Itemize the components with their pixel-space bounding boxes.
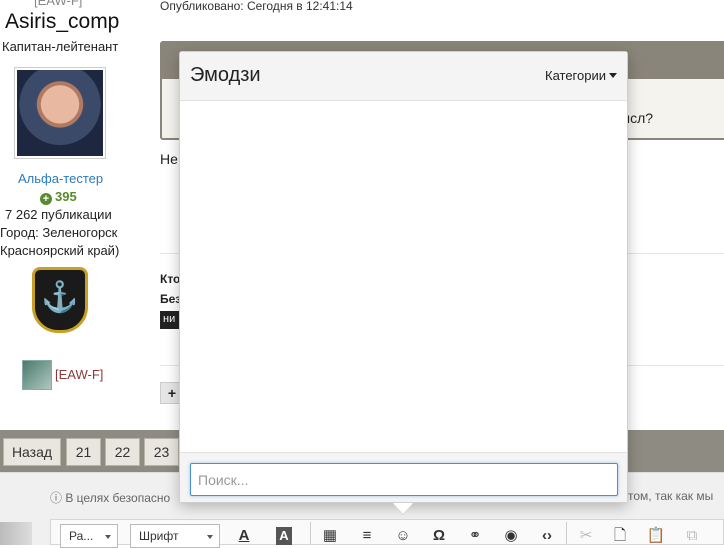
copy-icon[interactable]: ⧉	[682, 527, 702, 545]
chevron-down-icon	[105, 535, 111, 539]
clan-logo-icon[interactable]	[22, 360, 52, 390]
post-text-fragment: Не	[160, 151, 178, 167]
table-icon[interactable]: ▦	[320, 527, 340, 545]
paste-text-icon[interactable]: 🗋	[610, 527, 630, 545]
format-select[interactable]: Ра...	[60, 524, 118, 548]
emoji-search-input[interactable]	[190, 463, 618, 496]
security-notice-tail: том, так как мы	[628, 489, 714, 503]
plus-circle-icon: +	[40, 193, 52, 205]
author-username[interactable]: Asiris_comp	[5, 10, 119, 34]
preview-icon[interactable]: ◉	[501, 527, 521, 545]
clan-link[interactable]: [EAW-F]	[55, 367, 103, 382]
anchor-badge-icon: ⚓	[32, 267, 88, 333]
modal-footer	[180, 452, 627, 502]
post-published-date: Опубликовано: Сегодня в 12:41:14	[160, 0, 353, 13]
reputation-badge: +395	[40, 189, 77, 205]
font-select[interactable]: Шрифт	[130, 524, 220, 548]
page-link[interactable]: 22	[105, 438, 140, 466]
avatar[interactable]	[14, 67, 106, 159]
page-link[interactable]: 23	[144, 438, 179, 466]
author-rank: Капитан-лейтенант	[2, 39, 119, 54]
cut-icon[interactable]: ✂	[576, 527, 596, 545]
toolbar-divider	[566, 522, 567, 545]
signature-fragment-who: Кто	[160, 272, 181, 286]
caret-down-icon	[609, 73, 617, 78]
clan-tag[interactable]: [EAW-F]	[34, 0, 82, 8]
author-region: Красноярский край)	[0, 243, 120, 258]
align-icon[interactable]: ≡	[357, 527, 377, 545]
page-link[interactable]: 21	[66, 438, 101, 466]
modal-title: Эмодзи	[190, 64, 261, 86]
emoji-list[interactable]	[180, 102, 627, 452]
chevron-down-icon	[207, 535, 213, 539]
background-color-icon[interactable]: A	[276, 527, 292, 545]
reputation-value: 395	[55, 189, 77, 204]
modal-header: Эмодзи Категории	[180, 52, 627, 101]
paste-icon[interactable]: 📋	[646, 527, 666, 545]
special-char-icon[interactable]: Ω	[429, 527, 449, 545]
emoji-picker-modal: Эмодзи Категории	[179, 51, 628, 503]
font-color-icon[interactable]: A	[234, 527, 254, 545]
code-icon[interactable]: ‹›	[537, 527, 557, 545]
categories-dropdown[interactable]: Категории	[545, 68, 617, 83]
editor-avatar	[0, 522, 32, 545]
prev-page-button[interactable]: Назад	[3, 438, 61, 466]
font-select-value: Шрифт	[139, 529, 179, 543]
emoji-icon[interactable]: ☺	[393, 527, 413, 545]
format-select-value: Ра...	[69, 529, 94, 543]
link-icon[interactable]: ⚭	[465, 527, 485, 545]
author-city: Город: Зеленогорск	[0, 225, 118, 240]
post-count: 7 262 публикации	[5, 207, 112, 222]
security-notice: ⓘ В целях безопасно	[50, 489, 170, 506]
modal-pointer	[393, 503, 413, 514]
toolbar-divider	[310, 522, 311, 545]
avatar-image	[17, 70, 103, 156]
info-icon: ⓘ	[50, 491, 66, 505]
author-group: Альфа-тестер	[18, 171, 104, 186]
categories-label: Категории	[545, 68, 606, 83]
security-notice-text: В целях безопасно	[65, 491, 171, 505]
